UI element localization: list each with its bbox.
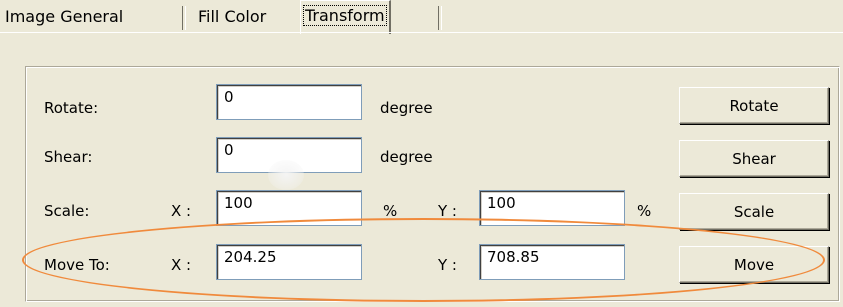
tab-image-general[interactable]: Image General	[3, 4, 125, 32]
rotate-unit: degree	[380, 99, 433, 117]
tab-baseline	[0, 32, 843, 33]
scale-y-input[interactable]	[479, 190, 625, 226]
tab-separator	[182, 6, 186, 30]
move-to-label: Move To:	[44, 256, 110, 274]
move-button[interactable]: Move	[679, 246, 829, 283]
tab-bar: Image General Fill Color Transform	[0, 0, 843, 34]
shear-input[interactable]	[216, 137, 362, 173]
scale-y-unit: %	[637, 202, 652, 220]
move-x-label: X :	[171, 256, 192, 274]
rotate-input[interactable]	[216, 84, 362, 120]
move-x-input[interactable]	[216, 244, 362, 280]
tab-fill-color[interactable]: Fill Color	[196, 4, 268, 32]
shear-label: Shear:	[44, 148, 93, 166]
move-y-label: Y :	[438, 256, 457, 274]
shear-unit: degree	[380, 148, 433, 166]
tab-separator	[438, 6, 442, 30]
tab-transform[interactable]: Transform	[300, 0, 391, 34]
rotate-button[interactable]: Rotate	[679, 87, 829, 124]
rotate-label: Rotate:	[44, 99, 99, 117]
scale-button[interactable]: Scale	[679, 193, 829, 230]
tab-transform-label: Transform	[303, 5, 387, 26]
move-y-input[interactable]	[479, 244, 625, 280]
scale-x-unit: %	[383, 202, 398, 220]
scale-y-label: Y :	[438, 202, 457, 220]
scale-x-input[interactable]	[216, 190, 362, 226]
shear-button[interactable]: Shear	[679, 140, 829, 177]
scale-x-label: X :	[171, 202, 192, 220]
scale-label: Scale:	[44, 202, 90, 220]
